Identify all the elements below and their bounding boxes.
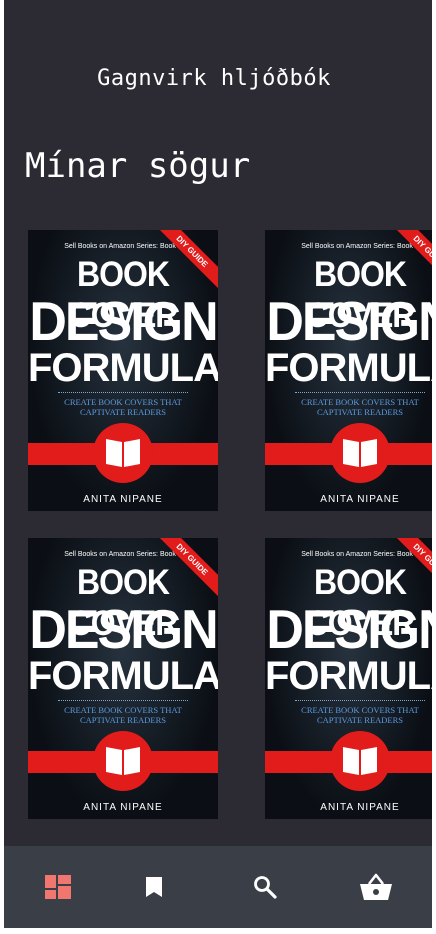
book-card-4[interactable]: Sell Books on Amazon Series: Book 1 DIY … (265, 538, 432, 819)
book-subtitle-line2: CAPTIVATE READERS (316, 715, 404, 725)
open-book-icon (106, 439, 140, 467)
book-title-line2: DESIGN (29, 599, 218, 661)
nav-search-button[interactable] (211, 846, 318, 928)
book-title-line2: DESIGN (29, 291, 218, 353)
book-series: Sell Books on Amazon Series: Book 1 (301, 243, 419, 250)
book-title-line3: FORMULA (28, 654, 218, 698)
book-subtitle: CREATE BOOK COVERS THAT CAPTIVATE READER… (265, 705, 432, 725)
bottom-nav (4, 846, 432, 928)
dashboard-icon (44, 875, 71, 899)
open-book-icon (343, 439, 377, 467)
book-title-line2: DESIGN (266, 291, 432, 353)
book-title-line3: FORMULA (265, 346, 432, 390)
book-title-line3: FORMULA (28, 346, 218, 390)
book-subtitle-line1: CREATE BOOK COVERS THAT (301, 397, 419, 407)
book-author: ANITA NIPANE (83, 494, 163, 505)
nav-dashboard-button[interactable] (4, 846, 111, 928)
book-series: Sell Books on Amazon Series: Book 1 (301, 551, 419, 558)
nav-bookmarks-button[interactable] (100, 846, 207, 928)
nav-basket-button[interactable] (322, 846, 429, 928)
divider (295, 392, 425, 393)
divider (58, 392, 188, 393)
basket-icon (359, 873, 392, 900)
open-book-icon (343, 747, 377, 775)
book-title-line2: DESIGN (266, 599, 432, 661)
book-card-3[interactable]: Sell Books on Amazon Series: Book 1 DIY … (28, 538, 218, 819)
book-subtitle-line2: CAPTIVATE READERS (316, 407, 404, 417)
book-subtitle: CREATE BOOK COVERS THAT CAPTIVATE READER… (265, 397, 432, 417)
book-subtitle-line1: CREATE BOOK COVERS THAT (64, 397, 182, 407)
book-author: ANITA NIPANE (320, 802, 400, 813)
book-subtitle-line1: CREATE BOOK COVERS THAT (64, 705, 182, 715)
book-subtitle-line2: CAPTIVATE READERS (79, 715, 167, 725)
book-author: ANITA NIPANE (320, 494, 400, 505)
book-cover: Sell Books on Amazon Series: Book 1 DIY … (28, 538, 218, 819)
book-cover: Sell Books on Amazon Series: Book 1 DIY … (265, 538, 432, 819)
app-screen: Gagnvirk hljóðbók Mínar sögur Sell Books… (4, 0, 432, 928)
book-cover: Sell Books on Amazon Series: Book 1 DIY … (265, 230, 432, 511)
divider (295, 700, 425, 701)
book-cover: Sell Books on Amazon Series: Book 1 DIY … (28, 230, 218, 511)
book-subtitle-line2: CAPTIVATE READERS (79, 407, 167, 417)
section-title: Mínar sögur (25, 146, 251, 186)
bookmark-icon (145, 877, 162, 897)
book-card-2[interactable]: Sell Books on Amazon Series: Book 1 DIY … (265, 230, 432, 511)
book-subtitle: CREATE BOOK COVERS THAT CAPTIVATE READER… (28, 397, 218, 417)
book-subtitle-line1: CREATE BOOK COVERS THAT (301, 705, 419, 715)
divider (58, 700, 188, 701)
book-author: ANITA NIPANE (83, 802, 163, 813)
book-title-line3: FORMULA (265, 654, 432, 698)
search-icon (253, 876, 277, 899)
open-book-icon (106, 747, 140, 775)
app-title: Gagnvirk hljóðbók (97, 66, 331, 91)
book-subtitle: CREATE BOOK COVERS THAT CAPTIVATE READER… (28, 705, 218, 725)
book-card-1[interactable]: Sell Books on Amazon Series: Book 1 DIY … (28, 230, 218, 511)
